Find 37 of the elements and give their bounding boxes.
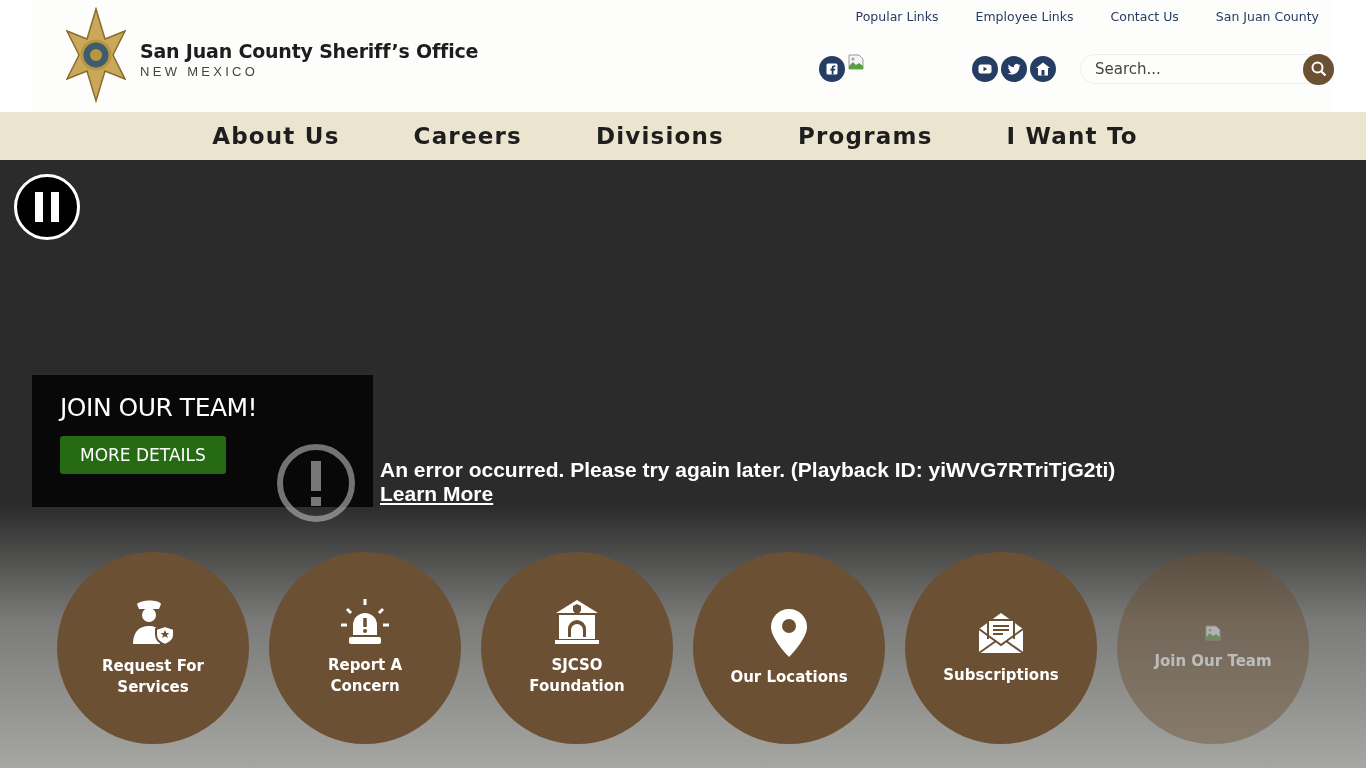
site-subtitle: NEW MEXICO [140,63,260,79]
more-details-button[interactable]: MORE DETAILS [60,436,226,474]
youtube-icon[interactable] [972,56,998,82]
nav-link[interactable]: I Want To [969,117,1175,155]
envelope-icon [977,610,1025,655]
site-title[interactable]: San Juan County Sheriff’s Office [140,39,479,62]
nav-link[interactable]: Programs [761,117,970,155]
nav-link[interactable]: About Us [175,117,377,155]
quick-link[interactable]: SJCSO Foundation [481,552,673,744]
error-message: An error occurred. Please try again later. (Playback ID: yiWVG7RTriTjG2ti) [380,458,1116,482]
utility-link[interactable]: Popular Links [855,9,939,24]
nav-link[interactable]: Divisions [558,117,761,155]
utility-link[interactable]: San Juan County [1215,9,1319,24]
quick-link[interactable]: Our Locations [693,552,885,744]
promo-title: JOIN OUR TEAM! [60,393,258,422]
alarm-light-icon [341,599,389,645]
police-officer-icon [131,598,175,646]
utility-link[interactable]: Employee Links [975,9,1074,24]
home-icon[interactable] [1030,56,1056,82]
error-icon [276,443,356,523]
utility-link[interactable]: Contact Us [1110,9,1179,24]
sheriff-star-badge-logo[interactable] [66,7,126,105]
quick-link[interactable]: Request For Services [57,552,249,744]
building-icon [554,599,600,645]
facebook-icon[interactable] [819,56,845,82]
broken-image-icon [848,54,864,70]
search-button[interactable] [1303,53,1334,85]
quick-link[interactable]: Subscriptions [905,552,1097,744]
broken-image-icon [1205,624,1221,641]
search-icon [1310,61,1327,77]
search-field[interactable]: Search... [1093,59,1287,79]
twitter-icon[interactable] [1001,56,1027,82]
quick-link[interactable]: Report A Concern [269,552,461,744]
pause-icon [35,192,59,222]
nav-link[interactable]: Careers [376,117,559,155]
location-pin-icon [771,608,807,657]
learn-more-link[interactable]: Learn More [380,482,494,505]
